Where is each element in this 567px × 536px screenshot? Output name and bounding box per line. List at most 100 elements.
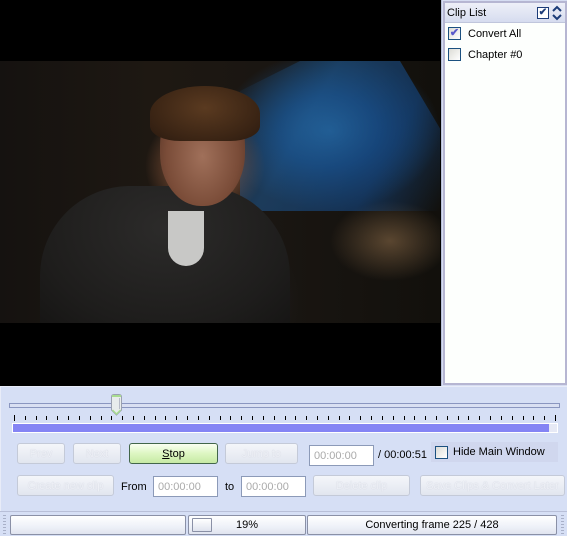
hide-main-window-label: Hide Main Window [453, 446, 545, 458]
ruler-tick [295, 416, 296, 420]
ruler-tick [90, 416, 91, 420]
clip-item-chapter-0[interactable]: Chapter #0 [445, 44, 565, 65]
timeline-range-bar[interactable] [12, 423, 558, 433]
status-grip-left [3, 515, 6, 534]
ruler-tick [425, 416, 426, 420]
checkmark-icon[interactable]: ✔ [537, 6, 549, 19]
ruler-tick [436, 416, 437, 420]
ruler-tick [198, 416, 199, 420]
ruler-tick [555, 415, 556, 421]
ruler-tick [328, 416, 329, 420]
to-label: to [225, 481, 235, 493]
video-subject-hair [150, 86, 260, 141]
ruler-tick [285, 416, 286, 420]
status-percent: 19% [235, 519, 259, 531]
video-subject-shirt [168, 211, 204, 266]
ruler-tick [349, 416, 350, 420]
stop-mnemonic: S [162, 447, 170, 460]
ruler-tick [382, 416, 383, 420]
ruler-tick [111, 416, 112, 420]
timeline-range-fill [13, 424, 549, 432]
prev-button[interactable]: Prev [17, 443, 65, 464]
hide-main-window-checkbox[interactable] [435, 445, 448, 459]
current-time-field[interactable]: 00:00:00 [309, 445, 374, 466]
video-background [240, 61, 440, 211]
ruler-tick [404, 416, 405, 420]
clip-item-label: Convert All [468, 27, 522, 40]
ruler-tick [165, 416, 166, 420]
video-preview [0, 61, 440, 323]
ruler-tick [241, 416, 242, 420]
controls-panel: Prev Next Stop Jump to 00:00:00 / 00:00:… [0, 386, 567, 511]
ruler-tick [544, 416, 545, 420]
from-label: From [121, 481, 147, 493]
timeline-ruler [14, 415, 556, 421]
ruler-tick [468, 416, 469, 420]
ruler-tick [490, 416, 491, 420]
ruler-tick [414, 416, 415, 420]
ruler-tick [393, 416, 394, 420]
ruler-tick [46, 416, 47, 420]
from-time-field[interactable]: 00:00:00 [153, 476, 218, 497]
ruler-tick [263, 416, 264, 420]
ruler-tick [501, 416, 502, 420]
clip-list-title: Clip List [447, 6, 487, 19]
ruler-tick [360, 416, 361, 420]
convert-all-checkbox[interactable]: ✔ [448, 27, 461, 40]
status-grip-right[interactable] [561, 515, 564, 534]
stop-label-rest: top [169, 447, 185, 460]
ruler-tick [144, 416, 145, 420]
ruler-tick [274, 416, 275, 420]
status-panel-percent: 19% [188, 515, 306, 535]
clip-item-convert-all[interactable]: ✔ Convert All [445, 23, 565, 44]
ruler-tick [512, 416, 513, 420]
to-time-field[interactable]: 00:00:00 [241, 476, 306, 497]
ruler-tick [176, 416, 177, 420]
create-new-clip-button[interactable]: Create new clip [17, 475, 114, 496]
ruler-tick [133, 416, 134, 420]
ruler-tick [523, 416, 524, 420]
ruler-tick [36, 416, 37, 420]
ruler-tick [122, 416, 123, 420]
ruler-tick [14, 415, 15, 421]
ruler-tick [68, 416, 69, 420]
clip-list-panel: Clip List ✔ ✔ Convert All Chapter #0 [441, 0, 567, 386]
save-clips-convert-later-button[interactable]: Save Clips & Convert Later [420, 475, 565, 496]
ruler-tick [220, 416, 221, 420]
delete-clip-button[interactable]: Delete clip [313, 475, 410, 496]
ruler-tick [187, 416, 188, 420]
ruler-tick [155, 416, 156, 420]
seek-slider-track[interactable] [9, 403, 560, 408]
ruler-tick [458, 416, 459, 420]
ruler-tick [252, 416, 253, 420]
status-panel-message: Converting frame 225 / 428 [307, 515, 557, 535]
status-mini-progress [192, 518, 212, 532]
status-bar: 19% Converting frame 225 / 428 [0, 511, 567, 536]
ruler-tick [57, 416, 58, 420]
hide-main-window-toggle[interactable]: Hide Main Window [431, 442, 558, 462]
seek-slider-thumb[interactable] [111, 394, 122, 416]
status-message: Converting frame 225 / 428 [365, 519, 499, 531]
ruler-tick [339, 416, 340, 420]
ruler-tick [79, 416, 80, 420]
clip-item-label: Chapter #0 [468, 48, 523, 61]
ruler-tick [317, 416, 318, 420]
ruler-tick [25, 416, 26, 420]
video-area [0, 0, 441, 386]
ruler-tick [371, 416, 372, 420]
jump-to-button[interactable]: Jump to [225, 443, 298, 464]
ruler-tick [209, 416, 210, 420]
ruler-tick [479, 416, 480, 420]
next-button[interactable]: Next [73, 443, 121, 464]
video-subject-body [40, 186, 290, 323]
status-panel-empty [10, 515, 186, 535]
clip-list-header: Clip List ✔ [445, 3, 565, 23]
stop-button[interactable]: Stop [129, 443, 218, 464]
chapter-0-checkbox[interactable] [448, 48, 461, 61]
ruler-tick [306, 416, 307, 420]
ruler-tick [230, 416, 231, 420]
clip-list[interactable]: Clip List ✔ ✔ Convert All Chapter #0 [443, 1, 567, 385]
up-down-chevron-icon[interactable] [551, 5, 563, 21]
ruler-tick [101, 416, 102, 420]
total-time-label: / 00:00:51 [378, 449, 427, 461]
